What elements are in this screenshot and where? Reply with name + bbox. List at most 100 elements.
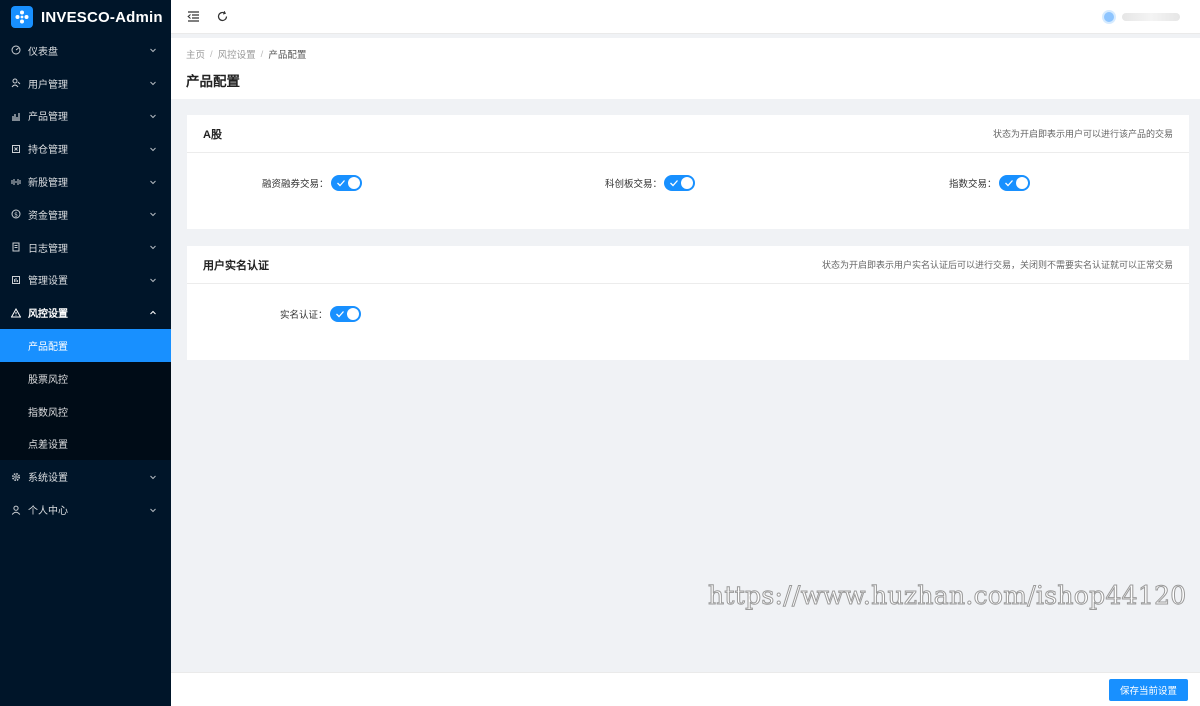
sidebar-item-dashboard[interactable]: 仪表盘 xyxy=(0,34,171,67)
users-icon xyxy=(11,78,21,88)
field-label: 指数交易： xyxy=(949,179,997,190)
sidebar-menu: 仪表盘 用户管理 产品管理 持仓管理 新股管理 $ 资金管理 日志管理 管理设置… xyxy=(0,34,171,329)
sidebar-item-label: 产品管理 xyxy=(28,112,68,124)
sidebar: INVESCO-Admin 仪表盘 用户管理 产品管理 持仓管理 新股管理 $ … xyxy=(0,0,171,706)
dashboard-icon xyxy=(11,45,21,55)
user-icon xyxy=(11,505,21,515)
sidebar-item-personal-center[interactable]: 个人中心 xyxy=(0,493,171,526)
breadcrumb-separator: / xyxy=(260,48,264,60)
sidebar-item-risk-settings[interactable]: 风控设置 xyxy=(0,296,171,329)
chevron-down-icon xyxy=(149,145,157,153)
breadcrumb-home[interactable]: 主页 xyxy=(186,47,205,61)
chevron-down-icon xyxy=(149,276,157,284)
chevron-down-icon xyxy=(149,243,157,251)
logo-icon xyxy=(11,6,33,28)
a-share-card: A股 状态为开启即表示用户可以进行该产品的交易 融资融券交易： 科创板交易： 指… xyxy=(187,115,1189,229)
page-title: 产品配置 xyxy=(186,74,240,89)
index-trading-switch[interactable] xyxy=(998,175,1030,191)
svg-text:$: $ xyxy=(14,212,18,219)
field-label: 实名认证： xyxy=(280,310,328,321)
logo[interactable]: INVESCO-Admin xyxy=(0,0,171,34)
card-title: 用户实名认证 xyxy=(203,259,269,272)
breadcrumb: 主页 / 风控设置 / 产品配置 xyxy=(186,47,1185,62)
save-settings-button[interactable]: 保存当前设置 xyxy=(1108,678,1188,701)
card-hint: 状态为开启即表示用户实名认证后可以进行交易，关闭则不需要实名认证就可以正常交易 xyxy=(821,260,1173,270)
star-market-field: 科创板交易： xyxy=(605,175,696,191)
switch-knob xyxy=(346,308,359,320)
chevron-up-icon xyxy=(149,309,157,317)
margin-trading-switch[interactable] xyxy=(330,175,362,191)
user-menu[interactable] xyxy=(1102,9,1180,24)
sidebar-item-label: 系统设置 xyxy=(28,473,68,485)
sidebar-item-label: 持仓管理 xyxy=(28,145,68,157)
submenu-item-stock-risk[interactable]: 股票风控 xyxy=(0,362,171,395)
sidebar-item-products[interactable]: 产品管理 xyxy=(0,100,171,133)
sidebar-item-label: 日志管理 xyxy=(28,243,68,255)
sidebar-item-positions[interactable]: 持仓管理 xyxy=(0,132,171,165)
log-icon xyxy=(11,242,21,252)
sidebar-item-label: 仪表盘 xyxy=(28,46,58,58)
card-body: 融资融券交易： 科创板交易： 指数交易： xyxy=(187,153,1189,229)
chevron-down-icon xyxy=(149,473,157,481)
submenu-item-spread-settings[interactable]: 点差设置 xyxy=(0,428,171,461)
submenu-item-product-config[interactable]: 产品配置 xyxy=(0,329,171,362)
realname-switch[interactable] xyxy=(329,306,361,322)
submenu-item-index-risk[interactable]: 指数风控 xyxy=(0,395,171,428)
chevron-down-icon xyxy=(149,178,157,186)
app-title: INVESCO-Admin xyxy=(41,8,163,26)
sidebar-item-label: 管理设置 xyxy=(28,276,68,288)
sidebar-item-label: 用户管理 xyxy=(28,79,68,91)
check-icon xyxy=(336,180,345,187)
ipo-icon xyxy=(11,177,21,187)
position-icon xyxy=(11,144,21,154)
gear-icon xyxy=(11,472,21,482)
switch-knob xyxy=(1015,177,1028,189)
switch-knob xyxy=(681,177,694,189)
sidebar-item-label: 新股管理 xyxy=(28,178,68,190)
sidebar-item-admin-settings[interactable]: 管理设置 xyxy=(0,264,171,297)
sidebar-item-system-settings[interactable]: 系统设置 xyxy=(0,460,171,493)
index-trading-field: 指数交易： xyxy=(949,175,1030,191)
chevron-down-icon xyxy=(149,506,157,514)
star-market-switch[interactable] xyxy=(664,175,696,191)
field-label: 科创板交易： xyxy=(605,179,663,190)
footer-bar: 保存当前设置 xyxy=(171,672,1200,706)
sidebar-item-label: 资金管理 xyxy=(28,210,68,222)
page-header: 主页 / 风控设置 / 产品配置 产品配置 xyxy=(171,38,1200,99)
refresh-icon[interactable] xyxy=(215,10,229,24)
chart-icon xyxy=(11,111,21,121)
avatar[interactable] xyxy=(1102,9,1116,24)
card-header: 用户实名认证 状态为开启即表示用户实名认证后可以进行交易，关闭则不需要实名认证就… xyxy=(187,246,1189,284)
warning-icon xyxy=(11,307,21,318)
watermark: https://www.huzhan.com/ishop44120 xyxy=(708,581,1187,611)
chevron-down-icon xyxy=(149,46,157,54)
card-title: A股 xyxy=(203,128,222,141)
card-body: 实名认证： xyxy=(187,284,1189,360)
check-icon xyxy=(670,180,678,187)
breadcrumb-section[interactable]: 风控设置 xyxy=(218,47,256,61)
card-header: A股 状态为开启即表示用户可以进行该产品的交易 xyxy=(187,115,1189,153)
card-hint: 状态为开启即表示用户可以进行该产品的交易 xyxy=(992,129,1173,139)
top-header xyxy=(171,0,1200,34)
menu-fold-icon[interactable] xyxy=(186,10,200,24)
money-icon: $ xyxy=(11,209,21,219)
breadcrumb-separator: / xyxy=(210,48,213,60)
sidebar-item-funds[interactable]: $ 资金管理 xyxy=(0,198,171,231)
sidebar-item-users[interactable]: 用户管理 xyxy=(0,67,171,100)
sidebar-item-ipo[interactable]: 新股管理 xyxy=(0,165,171,198)
chevron-down-icon xyxy=(149,79,157,87)
check-icon xyxy=(335,311,344,318)
sidebar-item-logs[interactable]: 日志管理 xyxy=(0,231,171,264)
chevron-down-icon xyxy=(149,210,157,218)
admin-settings-icon xyxy=(11,275,21,285)
field-label: 融资融券交易： xyxy=(262,179,329,190)
switch-knob xyxy=(347,177,360,189)
check-icon xyxy=(1004,180,1013,187)
chevron-down-icon xyxy=(149,112,157,120)
risk-settings-submenu: 产品配置 股票风控 指数风控 点差设置 xyxy=(0,329,171,461)
margin-trading-field: 融资融券交易： xyxy=(262,175,362,191)
sidebar-menu-bottom: 系统设置 个人中心 xyxy=(0,460,171,526)
sidebar-item-label: 风控设置 xyxy=(28,309,68,321)
username-blurred xyxy=(1122,12,1180,21)
sidebar-item-label: 个人中心 xyxy=(28,506,68,518)
